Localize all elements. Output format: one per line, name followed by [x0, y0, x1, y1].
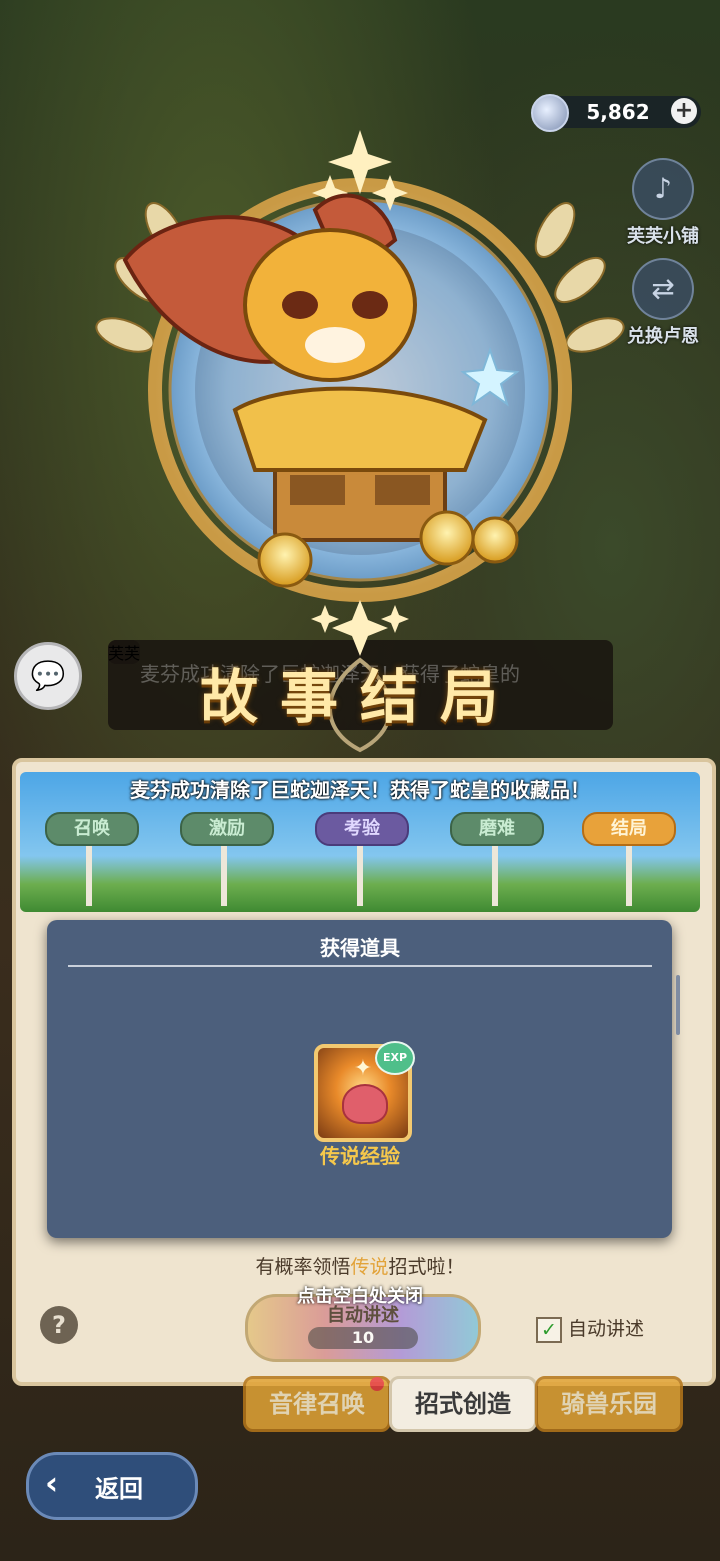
auto-narrate-check-label: 自动讲述 [568, 1318, 645, 1340]
stage-hardship: 磨难 [450, 812, 544, 846]
tab-mount-park[interactable]: 骑兽乐园 [535, 1376, 683, 1432]
hint-highlight: 传说 [350, 1256, 389, 1278]
back-button[interactable]: ‹ 返回 [26, 1452, 198, 1520]
modal-divider [68, 965, 652, 967]
chat-button[interactable]: 💬 [14, 642, 82, 710]
tab-move-create[interactable]: 招式创造 [389, 1376, 537, 1432]
help-button[interactable]: ? [40, 1306, 78, 1344]
stage-pole [626, 846, 632, 906]
stage-pole [221, 846, 227, 906]
exchange-icon: ⇄ [632, 258, 694, 320]
legend-exp-icon [342, 1084, 388, 1124]
spark-icon: ✦ [353, 1056, 373, 1081]
tab-label: 招式创造 [415, 1390, 511, 1418]
tap-to-close-hint: 点击空白处关闭 [297, 1286, 423, 1307]
tab-label: 音律召唤 [269, 1390, 365, 1418]
tab-rhythm-summon[interactable]: 音律召唤 [243, 1376, 391, 1432]
item-name: 传说经验 [320, 1144, 400, 1168]
hint-prefix: 有概率领悟 [255, 1256, 351, 1278]
add-currency-button[interactable]: + [671, 98, 697, 124]
lyre-icon: ♪ [632, 158, 694, 220]
exp-badge: EXP [375, 1041, 415, 1075]
stage-pole [86, 846, 92, 906]
auto-narrate-checkbox[interactable]: ✓ 自动讲述 [536, 1314, 644, 1343]
back-label: 返回 [95, 1475, 143, 1503]
story-ending-title: 故事结局 [199, 663, 520, 731]
stage-trial: 考验 [315, 812, 409, 846]
checkbox-mark: ✓ [536, 1316, 562, 1343]
stage-summon: 召唤 [45, 812, 139, 846]
hint-suffix: 招式啦！ [388, 1256, 465, 1278]
chat-bubble-icon: 💬 [30, 659, 66, 692]
hint-line: 有概率领悟传说招式啦！ [0, 1252, 720, 1279]
auto-narrate-cost: 10 [308, 1327, 418, 1349]
stage-ending: 结局 [582, 812, 676, 846]
modal-scrollbar[interactable] [676, 975, 680, 1035]
back-arrow-icon: ‹ [45, 1464, 59, 1502]
stage-encourage: 激励 [180, 812, 274, 846]
story-sentence: 麦芬成功清除了巨蛇迦泽天！获得了蛇皇的收藏品！ [130, 778, 590, 802]
stage-pole [492, 846, 498, 906]
modal-title: 获得道具 [320, 936, 400, 960]
notification-dot [370, 1377, 384, 1391]
stage-pole [357, 846, 363, 906]
tab-label: 骑兽乐园 [561, 1390, 657, 1418]
